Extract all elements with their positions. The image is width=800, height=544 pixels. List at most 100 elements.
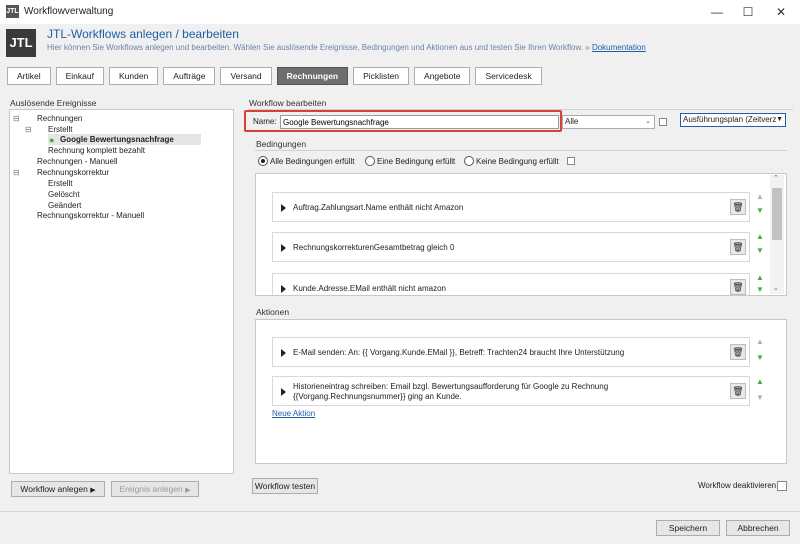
filter-checkbox[interactable] xyxy=(659,118,667,126)
move-up-icon[interactable]: ▲ xyxy=(756,377,764,386)
move-up-icon[interactable]: ▲ xyxy=(756,273,764,282)
module-tabs: Artikel Einkauf Kunden Aufträge Versand … xyxy=(7,67,542,85)
trash-icon[interactable]: 🗑 xyxy=(730,199,746,215)
tab-auftraege[interactable]: Aufträge xyxy=(163,67,216,85)
filter-select[interactable]: Alle ⌄ xyxy=(562,115,655,129)
expand-triangle-icon[interactable] xyxy=(281,244,286,252)
tab-servicedesk[interactable]: Servicedesk xyxy=(475,67,542,85)
action-row[interactable]: Historieneintrag schreiben: Email bzgl. … xyxy=(272,376,750,406)
tree-item-korrektur-erstellt[interactable]: Erstellt xyxy=(48,179,72,188)
window-title: Workflowverwaltung xyxy=(24,6,114,17)
radio-one-condition[interactable] xyxy=(365,156,375,166)
editor-label: Workflow bearbeiten xyxy=(249,98,327,108)
expand-triangle-icon[interactable] xyxy=(281,349,286,357)
tree-toggle-icon[interactable]: ⊟ xyxy=(25,125,32,134)
action-text-line2: {{Vorgang.Rechnungsnummer}} ging an Kund… xyxy=(293,392,462,401)
move-up-icon[interactable]: ▲ xyxy=(756,232,764,241)
tab-artikel[interactable]: Artikel xyxy=(7,67,51,85)
scroll-down-icon[interactable]: ⌄ xyxy=(773,284,779,292)
move-up-icon[interactable]: ▲ xyxy=(756,192,764,201)
page-subtitle: Hier können Sie Workflows anlegen und be… xyxy=(47,43,646,52)
tree-toggle-icon[interactable]: ⊟ xyxy=(13,114,20,123)
trash-icon[interactable]: 🗑 xyxy=(730,344,746,360)
deactivate-checkbox[interactable] xyxy=(777,481,787,491)
expand-triangle-icon[interactable] xyxy=(281,285,286,293)
action-text-line1: Historieneintrag schreiben: Email bzgl. … xyxy=(293,382,609,391)
radio-all-conditions[interactable] xyxy=(258,156,268,166)
dropdown-arrow-icon: ▶ xyxy=(90,487,96,494)
create-workflow-button[interactable]: Workflow anlegen ▶ xyxy=(11,481,105,497)
tab-rechnungen[interactable]: Rechnungen xyxy=(276,67,349,85)
tree-item-korrektur-geaendert[interactable]: Geändert xyxy=(48,201,81,210)
move-down-icon[interactable]: ▼ xyxy=(756,246,764,255)
divider xyxy=(0,511,800,512)
save-button[interactable]: Speichern xyxy=(656,520,720,536)
create-event-button[interactable]: Ereignis anlegen ▶ xyxy=(111,481,199,497)
action-text: E-Mail senden: An: {{ Vorgang.Kunde.EMai… xyxy=(293,348,625,357)
tree-toggle-icon[interactable]: ⊟ xyxy=(13,168,20,177)
minimize-icon[interactable]: — xyxy=(700,0,734,24)
move-down-icon[interactable]: ▼ xyxy=(756,393,764,402)
page-title: JTL-Workflows anlegen / bearbeiten xyxy=(47,27,239,41)
app-icon: JTL xyxy=(6,5,19,18)
expand-triangle-icon[interactable] xyxy=(281,388,286,396)
trash-icon[interactable]: 🗑 xyxy=(730,383,746,399)
action-row[interactable]: E-Mail senden: An: {{ Vorgang.Kunde.EMai… xyxy=(272,337,750,367)
tree-item-rechnungen[interactable]: Rechnungen xyxy=(37,114,82,123)
highlight-box xyxy=(244,110,562,132)
documentation-link[interactable]: Dokumentation xyxy=(592,43,646,52)
radio-no-condition[interactable] xyxy=(464,156,474,166)
move-down-icon[interactable]: ▼ xyxy=(756,206,764,215)
move-down-icon[interactable]: ▼ xyxy=(756,285,764,294)
tree-item-rechnungen-manuell[interactable]: Rechnungen - Manuell xyxy=(37,157,118,166)
dropdown-arrow-icon: ▼ xyxy=(776,114,783,126)
move-up-icon[interactable]: ▲ xyxy=(756,337,764,346)
create-workflow-label: Workflow anlegen xyxy=(20,484,88,494)
filter-select-value: Alle xyxy=(565,117,579,126)
dropdown-arrow-icon: ▶ xyxy=(185,487,191,494)
tab-angebote[interactable]: Angebote xyxy=(414,67,471,85)
execution-plan-label: Ausführungsplan (Zeitverz xyxy=(683,115,777,124)
tree-item-korrektur-manuell[interactable]: Rechnungskorrektur - Manuell xyxy=(37,211,144,220)
tab-versand[interactable]: Versand xyxy=(220,67,272,85)
maximize-icon[interactable]: ☐ xyxy=(731,0,765,24)
subtitle-text: Hier können Sie Workflows anlegen und be… xyxy=(47,43,590,52)
tree-item-erstellt[interactable]: Erstellt xyxy=(48,125,72,134)
scrollbar-thumb[interactable] xyxy=(772,188,782,240)
tab-kunden[interactable]: Kunden xyxy=(108,67,159,85)
expand-triangle-icon[interactable] xyxy=(281,204,286,212)
trash-icon[interactable]: 🗑 xyxy=(730,279,746,295)
create-event-label: Ereignis anlegen xyxy=(119,484,183,494)
conditions-label: Bedingungen xyxy=(256,139,307,149)
actions-label: Aktionen xyxy=(256,307,290,317)
chevron-down-icon: ⌄ xyxy=(645,118,651,125)
condition-text: RechnungskorrekturenGesamtbetrag gleich … xyxy=(293,243,455,252)
condition-row[interactable]: Auftrag.Zahlungsart.Name enthält nicht A… xyxy=(272,192,750,222)
tab-einkauf[interactable]: Einkauf xyxy=(55,67,104,85)
jtl-logo: JTL xyxy=(6,29,36,57)
tree-item-korrektur-geloescht[interactable]: Gelöscht xyxy=(48,190,80,199)
new-action-link[interactable]: Neue Aktion xyxy=(272,409,315,418)
tree-item-google-bewertungsnachfrage[interactable]: Google Bewertungsnachfrage xyxy=(60,135,174,144)
test-workflow-button[interactable]: Workflow testen xyxy=(252,478,318,494)
execution-plan-button[interactable]: Ausführungsplan (Zeitverz ▼ xyxy=(680,113,786,127)
move-down-icon[interactable]: ▼ xyxy=(756,353,764,362)
radio-all-label: Alle Bedingungen erfüllt xyxy=(270,157,355,166)
divider xyxy=(255,150,787,151)
tab-picklisten[interactable]: Picklisten xyxy=(353,67,410,85)
close-icon[interactable]: ✕ xyxy=(764,0,798,24)
condition-text: Auftrag.Zahlungsart.Name enthält nicht A… xyxy=(293,203,464,212)
condition-row[interactable]: RechnungskorrekturenGesamtbetrag gleich … xyxy=(272,232,750,262)
title-bar xyxy=(0,0,800,24)
radio-none-label: Keine Bedingung erfüllt xyxy=(476,157,559,166)
tree-item-rechnungskorrektur[interactable]: Rechnungskorrektur xyxy=(37,168,109,177)
conditions-checkbox[interactable] xyxy=(567,157,575,165)
events-label: Auslösende Ereignisse xyxy=(10,98,97,108)
radio-one-label: Eine Bedingung erfüllt xyxy=(377,157,456,166)
tree-item-rechnung-komplett-bezahlt[interactable]: Rechnung komplett bezahlt xyxy=(48,146,145,155)
trash-icon[interactable]: 🗑 xyxy=(730,239,746,255)
condition-row[interactable]: Kunde.Adresse.EMail enthält nicht amazon… xyxy=(272,273,750,295)
scroll-up-icon[interactable]: ⌃ xyxy=(773,174,779,182)
cancel-button[interactable]: Abbrechen xyxy=(726,520,790,536)
deactivate-label: Workflow deaktivieren xyxy=(698,481,777,490)
